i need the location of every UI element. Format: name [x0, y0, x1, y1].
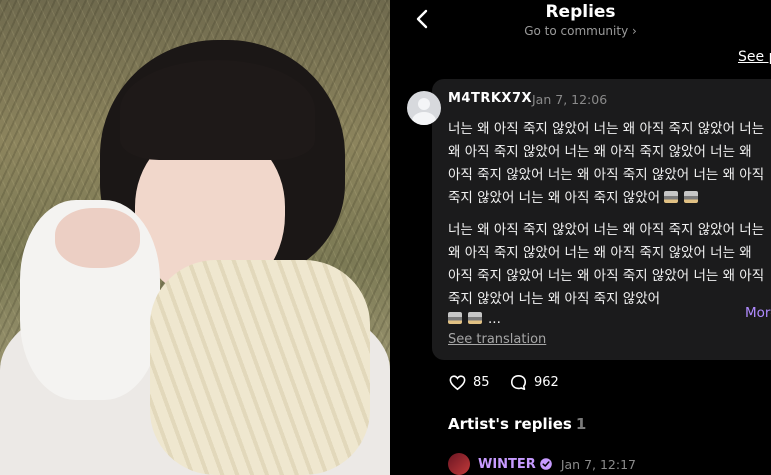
- comment-line: 아직 죽지 않았어 너는 왜 아직 죽지 않았어 너는 왜 아직: [448, 167, 765, 183]
- go-to-community-link[interactable]: Go to community ›: [390, 24, 771, 38]
- reply-count: 962: [534, 375, 559, 390]
- coffin-emoji-icon: [684, 191, 699, 203]
- more-button[interactable]: More: [745, 305, 771, 321]
- artist-reply-row[interactable]: WINTER Jan 7, 12:17: [448, 452, 636, 475]
- avatar-head-shape: [418, 98, 430, 110]
- scarf-shape: [150, 260, 370, 475]
- comment-line-text: 죽지 않았어 너는 왜 아직 죽지 않았어: [448, 190, 661, 206]
- artist-avatar[interactable]: [448, 453, 470, 475]
- comment-line: 아직 죽지 않았어 너는 왜 아직 죽지 않았어 너는 왜 아직: [448, 268, 765, 284]
- speech-bubble-icon: [510, 374, 527, 391]
- coffin-emoji-icon: [468, 312, 482, 324]
- coffin-emoji-icon: [448, 312, 462, 324]
- coffin-emoji-icon: [664, 191, 679, 203]
- comment-time: Jan 7, 12:06: [532, 92, 608, 107]
- comment-line: 너는 왜 아직 죽지 않았어 너는 왜 아직 죽지 않았어 너는: [448, 222, 765, 238]
- like-count: 85: [473, 375, 490, 390]
- comment-line: 너는 왜 아직 죽지 않았어 너는 왜 아직 죽지 않았어 너는: [448, 121, 765, 137]
- see-translation-link[interactable]: See translation: [448, 332, 546, 347]
- see-post-link[interactable]: See p: [738, 49, 771, 65]
- verified-badge-icon: [540, 458, 552, 470]
- user-avatar[interactable]: [407, 91, 441, 125]
- comment-line: 왜 아직 죽지 않았어 너는 왜 아직 죽지 않았어 너는 왜: [448, 245, 752, 261]
- ellipsis-text: ...: [488, 311, 501, 327]
- comment-line-with-emoji: 죽지 않았어 너는 왜 아직 죽지 않았어: [448, 187, 704, 210]
- replies-screen: Replies Go to community › See p M4TRKX7X…: [390, 0, 771, 475]
- artist-replies-title: Artist's replies: [448, 415, 572, 433]
- comment-line: 왜 아직 죽지 않았어 너는 왜 아직 죽지 않았어 너는 왜: [448, 144, 752, 160]
- artist-name[interactable]: WINTER: [478, 457, 536, 472]
- comment-username[interactable]: M4TRKX7X: [448, 91, 532, 106]
- profile-photo: [0, 0, 390, 475]
- artist-replies-heading: Artist's replies 1: [448, 415, 586, 433]
- avatar-body-shape: [412, 112, 436, 125]
- emoji-line: ...: [448, 308, 501, 331]
- artist-replies-count: 1: [575, 415, 587, 433]
- artist-reply-time: Jan 7, 12:17: [560, 456, 636, 472]
- bangs-shape: [120, 60, 315, 160]
- like-button[interactable]: 85: [448, 373, 490, 392]
- heart-icon: [449, 375, 466, 391]
- page-title: Replies: [545, 2, 616, 22]
- fist-shape: [55, 208, 140, 268]
- reply-button[interactable]: 962: [509, 373, 559, 392]
